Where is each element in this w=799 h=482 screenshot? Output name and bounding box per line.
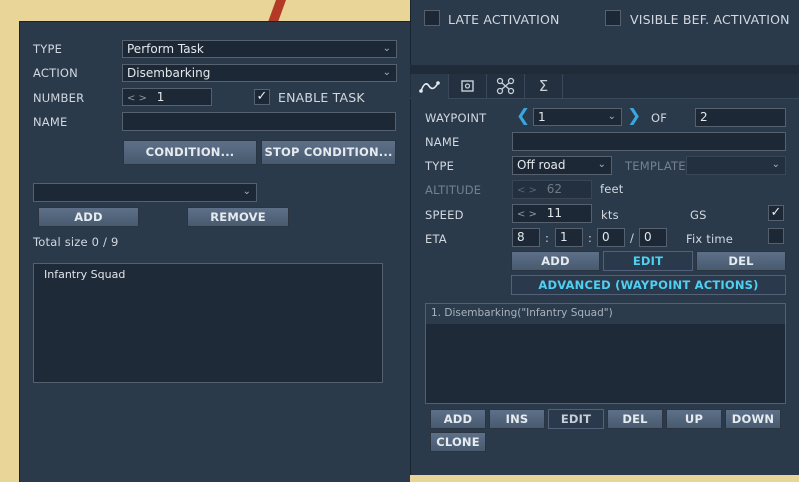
eta-hour-field[interactable]: 1: [555, 228, 583, 247]
target-icon: [461, 80, 474, 92]
action-add-button[interactable]: ADD: [430, 409, 486, 429]
network-icon: [496, 77, 515, 95]
tab-bar: [410, 65, 799, 74]
fix-time-checkbox[interactable]: [768, 228, 784, 244]
action-value: Disembarking: [127, 66, 211, 80]
action-item-text: 1. Disembarking("Infantry Squad"): [431, 307, 613, 319]
speed-spinner[interactable]: < > 11: [512, 204, 592, 223]
visible-bef-activation-checkbox[interactable]: [605, 10, 621, 26]
tab-sigma[interactable]: Σ: [525, 74, 563, 98]
chevron-down-icon: ⌄: [597, 159, 606, 170]
action-edit-button[interactable]: EDIT: [548, 409, 604, 429]
spinner-arrows-icon[interactable]: < >: [517, 209, 537, 220]
check-icon: ✓: [770, 205, 782, 220]
wp-type-label: TYPE: [425, 159, 455, 173]
chevron-down-icon: ⌄: [242, 186, 251, 197]
eta-minute-field[interactable]: 0: [597, 228, 625, 247]
unit-list[interactable]: Infantry Squad: [33, 263, 383, 383]
add-button[interactable]: ADD: [38, 207, 139, 227]
action-ins-button[interactable]: INS: [489, 409, 545, 429]
tab-network[interactable]: [487, 74, 525, 98]
wp-name-label: NAME: [425, 135, 460, 149]
chevron-down-icon: ⌄: [382, 43, 391, 54]
eta-separator: :: [588, 231, 593, 245]
advanced-waypoint-actions-button[interactable]: ADVANCED (WAYPOINT ACTIONS): [511, 275, 786, 295]
eta-day-value: 8: [517, 230, 525, 244]
chevron-down-icon: ⌄: [382, 67, 391, 78]
eta-hour-value: 1: [560, 230, 568, 244]
fix-time-label: Fix time: [686, 232, 734, 246]
action-down-button[interactable]: DOWN: [725, 409, 781, 429]
action-label: ACTION: [33, 66, 78, 80]
name-label: NAME: [33, 115, 68, 129]
route-icon: [419, 81, 440, 93]
type-value: Perform Task: [127, 42, 204, 56]
altitude-unit: feet: [600, 182, 624, 196]
number-value: 1: [156, 90, 165, 104]
wp-type-dropdown[interactable]: Off road ⌄: [512, 156, 612, 175]
list-item-selected[interactable]: 1. Disembarking("Infantry Squad"): [426, 304, 785, 324]
altitude-value: 62: [546, 182, 563, 196]
action-dropdown[interactable]: Disembarking ⌄: [122, 64, 397, 82]
enable-task-checkbox[interactable]: ✓: [254, 89, 270, 105]
template-dropdown[interactable]: ⌄: [686, 156, 786, 175]
prev-waypoint-icon[interactable]: ❮: [516, 106, 530, 126]
number-spinner[interactable]: < > 1: [122, 88, 212, 106]
waypoint-actions-list[interactable]: 1. Disembarking("Infantry Squad"): [425, 303, 786, 404]
action-del-button[interactable]: DEL: [607, 409, 663, 429]
eta-separator: /: [630, 231, 635, 245]
name-field[interactable]: [122, 112, 396, 131]
waypoint-value: 1: [538, 110, 546, 124]
enable-task-label: ENABLE TASK: [278, 90, 365, 105]
speed-label: SPEED: [425, 208, 464, 222]
eta-label: ETA: [425, 232, 447, 246]
waypoint-dropdown[interactable]: 1 ⌄: [533, 108, 622, 126]
chevron-down-icon: ⌄: [771, 159, 780, 170]
waypoint-label: WAYPOINT: [425, 111, 487, 125]
tab-target[interactable]: [449, 74, 487, 98]
total-size-text: Total size 0 / 9: [33, 235, 119, 249]
late-activation-checkbox[interactable]: [424, 10, 440, 26]
action-clone-button[interactable]: CLONE: [430, 432, 486, 452]
list-item[interactable]: Infantry Squad: [44, 268, 125, 281]
chevron-down-icon: ⌄: [607, 111, 616, 122]
wp-add-button[interactable]: ADD: [511, 251, 600, 271]
stop-condition-button[interactable]: STOP CONDITION...: [261, 140, 396, 165]
gs-label: GS: [690, 208, 707, 222]
type-label: TYPE: [33, 42, 63, 56]
number-label: NUMBER: [33, 91, 85, 105]
wp-edit-button[interactable]: EDIT: [603, 251, 693, 271]
action-up-button[interactable]: UP: [666, 409, 722, 429]
remove-button[interactable]: REMOVE: [187, 207, 289, 227]
wp-del-button[interactable]: DEL: [696, 251, 786, 271]
eta-minute-value: 0: [602, 230, 610, 244]
speed-value: 11: [546, 206, 563, 220]
late-activation-label: LATE ACTIVATION: [448, 12, 560, 27]
altitude-spinner[interactable]: < > 62: [512, 180, 592, 199]
next-waypoint-icon[interactable]: ❯: [627, 106, 641, 126]
eta-separator: :: [545, 231, 550, 245]
speed-unit: kts: [601, 208, 619, 222]
gs-checkbox[interactable]: ✓: [768, 205, 784, 221]
spinner-arrows-icon[interactable]: < >: [127, 93, 147, 104]
eta-second-field[interactable]: 0: [639, 228, 667, 247]
altitude-label: ALTITUDE: [425, 183, 482, 197]
tab-route[interactable]: [411, 74, 449, 99]
waypoint-count-field: 2: [695, 108, 786, 127]
type-dropdown[interactable]: Perform Task ⌄: [122, 40, 397, 58]
eta-day-field[interactable]: 8: [512, 228, 540, 247]
of-label: OF: [651, 111, 668, 125]
check-icon: ✓: [256, 89, 268, 104]
sigma-icon: Σ: [538, 77, 549, 95]
task-select-dropdown[interactable]: ⌄: [33, 183, 257, 202]
condition-button[interactable]: CONDITION...: [123, 140, 257, 165]
wp-name-field[interactable]: [512, 132, 786, 151]
eta-second-value: 0: [644, 230, 652, 244]
waypoint-count-value: 2: [700, 110, 708, 124]
spinner-arrows-icon[interactable]: < >: [517, 185, 537, 196]
template-label: TEMPLATE: [625, 159, 686, 173]
visible-bef-activation-label: VISIBLE BEF. ACTIVATION: [630, 12, 790, 27]
wp-type-value: Off road: [517, 158, 566, 172]
